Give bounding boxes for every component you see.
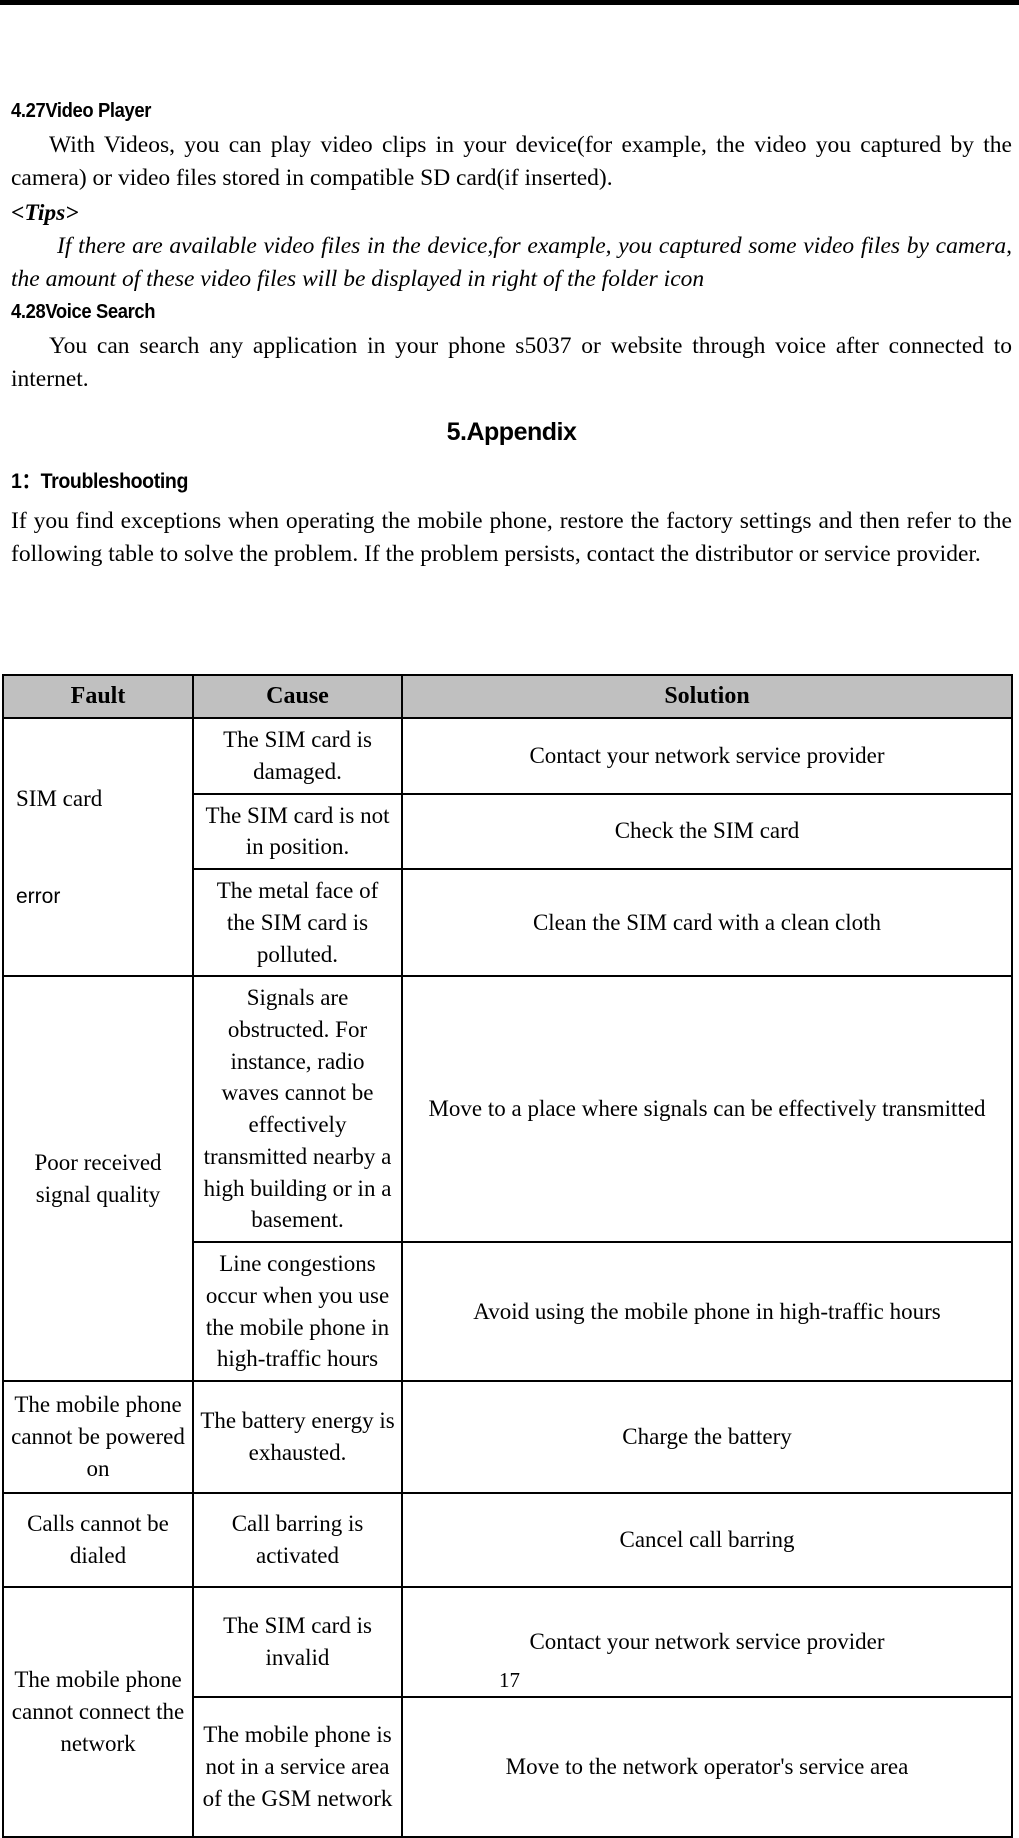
- solution-cell: Clean the SIM card with a clean cloth: [401, 868, 1013, 978]
- solution-cell: Cancel call barring: [401, 1492, 1013, 1589]
- table-row: Poor received signal quality Signals are…: [2, 975, 1013, 1383]
- solution-cell: Move to a place where signals can be eff…: [401, 975, 1013, 1244]
- section-heading-video-player: 4.27Video Player: [11, 100, 152, 122]
- voice-search-paragraph: You can search any application in your p…: [11, 333, 1012, 393]
- solution-cell: Charge the battery: [401, 1380, 1013, 1495]
- table-row: Calls cannot be dialed Call barring is a…: [2, 1492, 1013, 1589]
- cause-cell: Call barring is activated: [192, 1492, 403, 1589]
- troubleshooting-intro: If you find exceptions when operating th…: [11, 508, 1012, 568]
- fault-cell-sim-card: SIM card error: [2, 717, 194, 978]
- column-header-cause: Cause: [192, 673, 403, 720]
- fault-cell-poor-signal: Poor received signal quality: [2, 975, 194, 1383]
- troubleshooting-heading: 1：Troubleshooting: [11, 470, 189, 494]
- cause-cell: The battery energy is exhausted.: [192, 1380, 403, 1495]
- solution-cell: Avoid using the mobile phone in high-tra…: [401, 1241, 1013, 1383]
- appendix-title: 5.Appendix: [446, 418, 577, 447]
- page-content: 4.27Video Player With Videos, you can pl…: [11, 98, 1012, 573]
- solution-cell: Move to the network operator's service a…: [401, 1696, 1013, 1838]
- cause-cell: Signals are obstructed. For instance, ra…: [192, 975, 403, 1244]
- page-header-rule: [0, 0, 1019, 5]
- table-row: The mobile phone cannot be powered on Th…: [2, 1380, 1013, 1495]
- solution-cell: Contact your network service provider: [401, 717, 1013, 795]
- troubleshooting-table: Fault Cause Solution SIM card error The …: [2, 673, 1013, 1838]
- column-header-fault: Fault: [2, 673, 194, 720]
- section-heading-voice-search: 4.28Voice Search: [11, 301, 156, 324]
- table-row: SIM card error The SIM card is damaged. …: [2, 717, 1013, 978]
- cause-cell: The metal face of the SIM card is pollut…: [192, 868, 403, 978]
- cause-cell: The SIM card is damaged.: [192, 717, 403, 795]
- fault-cell-connect-network: The mobile phone cannot connect the netw…: [2, 1586, 194, 1838]
- page-number: 17: [499, 1668, 520, 1692]
- table-header-row: Fault Cause Solution: [2, 673, 1013, 720]
- fault-cell-power-on: The mobile phone cannot be powered on: [2, 1380, 194, 1495]
- cause-cell: Line congestions occur when you use the …: [192, 1241, 403, 1383]
- fault-label-line1: SIM card: [16, 785, 103, 811]
- column-header-solution: Solution: [401, 673, 1013, 720]
- video-player-paragraph: With Videos, you can play video clips in…: [11, 132, 1012, 191]
- tips-label: <Tips>: [11, 199, 79, 226]
- solution-cell: Check the SIM card: [401, 792, 1013, 871]
- fault-cell-calls-dialed: Calls cannot be dialed: [2, 1492, 194, 1589]
- table-header: Fault Cause Solution: [2, 673, 1013, 720]
- tips-paragraph: If there are available video files in th…: [11, 232, 1012, 292]
- document-page: 4.27Video Player With Videos, you can pl…: [0, 0, 1019, 1838]
- fault-label-line2: error: [16, 884, 61, 908]
- cause-cell: The SIM card is not in position.: [192, 792, 403, 871]
- cause-cell: The mobile phone is not in a service are…: [192, 1696, 403, 1838]
